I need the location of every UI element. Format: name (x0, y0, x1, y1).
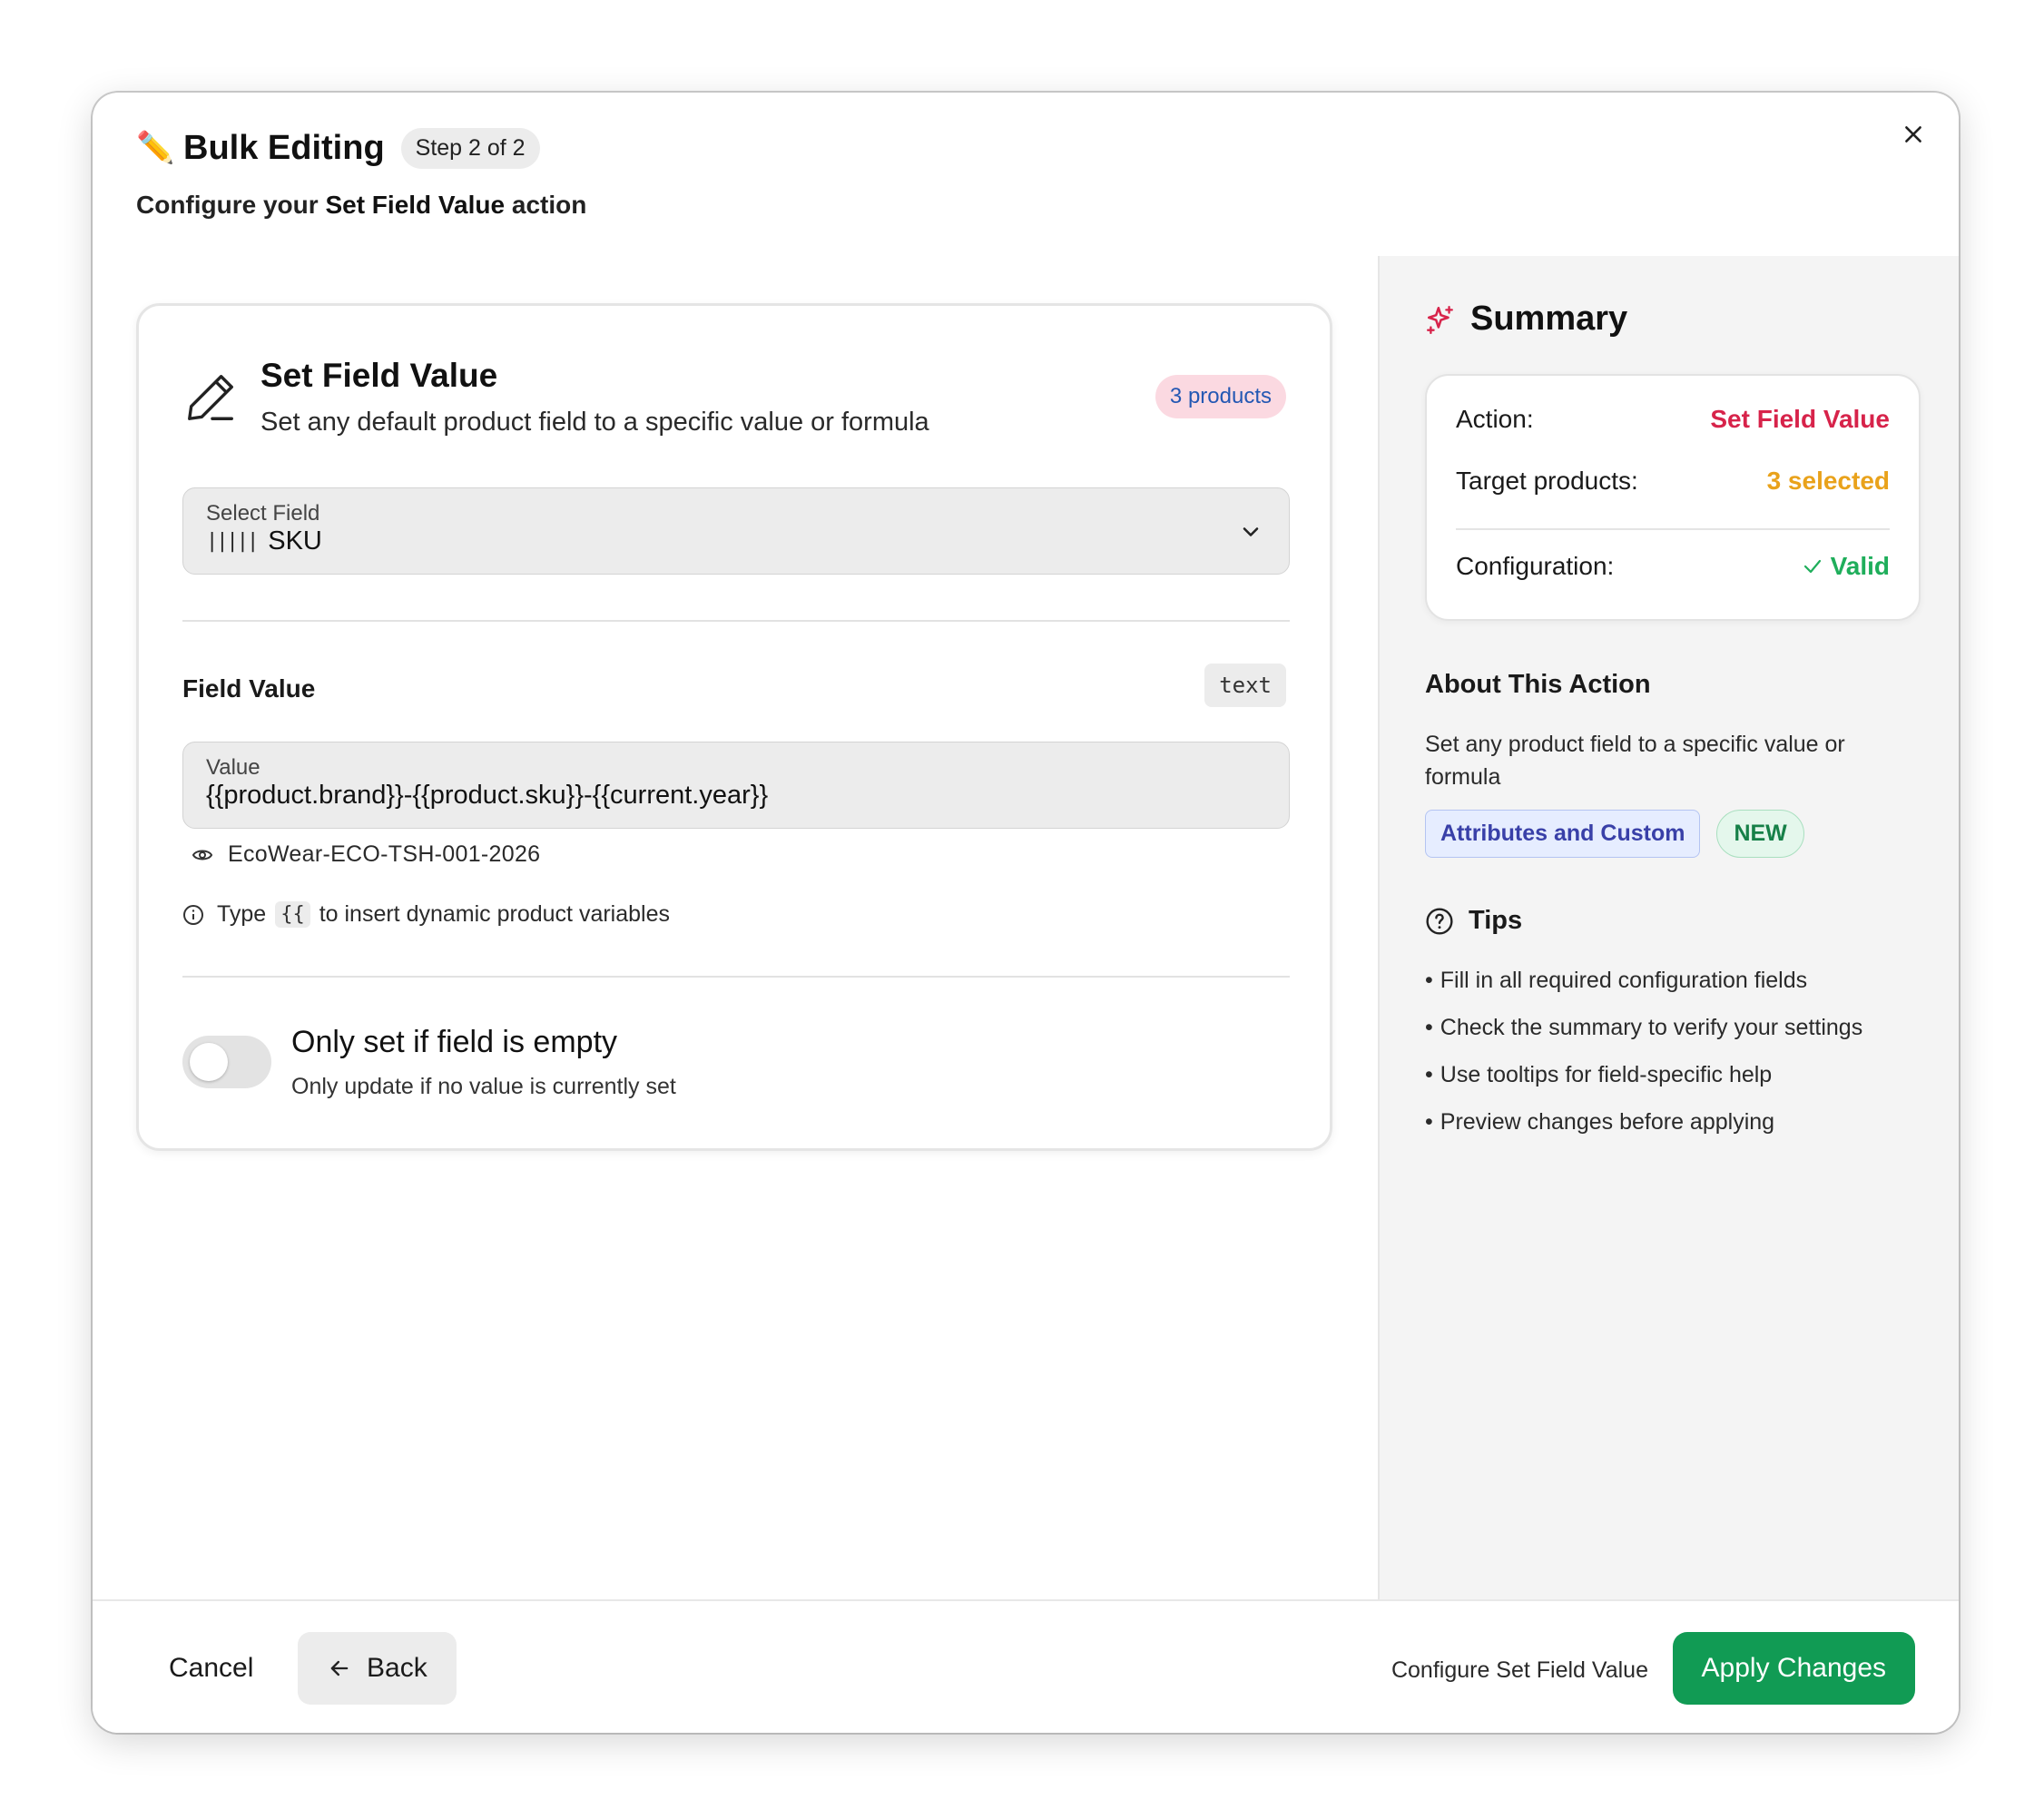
attributes-badge: Attributes and Custom (1425, 810, 1701, 858)
back-button[interactable]: Back (298, 1632, 457, 1705)
pencil-emoji-icon: ✏️ (136, 131, 175, 165)
summary-divider (1456, 528, 1890, 530)
value-input-text[interactable]: {{product.brand}}-{{product.sku}}-{{curr… (206, 781, 768, 811)
value-input-label: Value (206, 755, 260, 780)
chevron-down-icon (1243, 527, 1259, 536)
toggle-title: Only set if field is empty (291, 1025, 618, 1059)
field-value-label: Field Value (182, 674, 316, 703)
modal-footer: Cancel Back Configure Set Field Value Ap… (93, 1599, 1959, 1733)
card-description: Set any default product field to a speci… (260, 408, 929, 437)
value-preview: EcoWear-ECO-TSH-001-2026 (192, 841, 540, 868)
modal-header: ✏️ Bulk Editing Step 2 of 2 Configure yo… (93, 93, 1959, 256)
info-icon (183, 904, 203, 925)
hint-prefix: Type (217, 901, 267, 927)
toggle-knob (190, 1043, 228, 1081)
subtitle-suffix: action (505, 191, 587, 219)
tip-item: Use tooltips for field-specific help (1425, 1051, 1862, 1098)
footer-status: Configure Set Field Value (1391, 1657, 1648, 1683)
arrow-left-icon (330, 1660, 349, 1676)
tip-item: Fill in all required configuration field… (1425, 957, 1862, 1004)
variables-hint: Type {{ to insert dynamic product variab… (182, 901, 670, 928)
close-button[interactable] (1892, 113, 1935, 156)
hint-suffix: to insert dynamic product variables (319, 901, 670, 927)
tips-list: Fill in all required configuration field… (1425, 957, 1862, 1145)
summary-row-action: Action: Set Field Value (1456, 405, 1890, 434)
tips-header: Tips (1425, 906, 1522, 936)
about-badges: Attributes and Custom NEW (1425, 810, 1804, 858)
select-field-value-row: ||||| SKU (206, 526, 322, 556)
apply-changes-button[interactable]: Apply Changes (1672, 1632, 1915, 1705)
section-divider (182, 976, 1290, 978)
products-count-badge: 3 products (1155, 375, 1286, 418)
summary-key: Action: (1456, 405, 1534, 433)
summary-value: Set Field Value (1710, 405, 1890, 433)
only-if-empty-toggle[interactable] (182, 1036, 271, 1088)
section-divider (182, 620, 1290, 622)
sparkle-icon (1427, 305, 1453, 334)
about-description: Set any product field to a specific valu… (1425, 732, 1845, 790)
summary-value: 3 selected (1766, 467, 1890, 495)
help-circle-icon (1426, 907, 1453, 935)
tips-title: Tips (1469, 906, 1523, 935)
eye-icon (192, 850, 213, 860)
select-field-value: SKU (268, 526, 322, 556)
summary-row-configuration: Configuration: Valid (1456, 552, 1890, 581)
bulk-edit-modal: ✏️ Bulk Editing Step 2 of 2 Configure yo… (93, 93, 1959, 1733)
summary-value: Valid (1830, 552, 1890, 580)
new-badge: NEW (1716, 810, 1804, 858)
step-badge: Step 2 of 2 (400, 127, 540, 169)
back-label: Back (367, 1653, 427, 1683)
modal-subtitle: Configure your Set Field Value action (136, 191, 586, 220)
summary-card: Action: Set Field Value Target products:… (1425, 374, 1921, 621)
barcode-icon: ||||| (206, 530, 259, 553)
preview-text: EcoWear-ECO-TSH-001-2026 (228, 841, 541, 867)
summary-row-targets: Target products: 3 selected (1456, 467, 1890, 496)
pencil-icon (188, 375, 233, 420)
summary-header: Summary (1425, 300, 1627, 339)
summary-key: Configuration: (1456, 552, 1615, 580)
check-icon (1803, 559, 1821, 574)
modal-title: Bulk Editing (183, 128, 385, 167)
subtitle-prefix: Configure your (136, 191, 326, 219)
select-field-dropdown[interactable]: Select Field ||||| SKU (182, 487, 1290, 575)
cancel-button[interactable]: Cancel (136, 1632, 286, 1705)
close-icon (1905, 126, 1921, 143)
tip-item: Check the summary to verify your setting… (1425, 1004, 1862, 1051)
summary-sidebar: Summary Action: Set Field Value Target p… (1378, 256, 1959, 1599)
action-card: Set Field Value Set any default product … (136, 303, 1332, 1151)
tip-item: Preview changes before applying (1425, 1098, 1862, 1145)
about-title: About This Action (1425, 670, 1651, 699)
toggle-description: Only update if no value is currently set (291, 1074, 676, 1099)
hint-code: {{ (275, 901, 310, 928)
select-field-label: Select Field (206, 501, 320, 526)
title-row: ✏️ Bulk Editing Step 2 of 2 (136, 125, 540, 171)
summary-key: Target products: (1456, 467, 1638, 495)
subtitle-action: Set Field Value (325, 191, 506, 219)
config-area: Set Field Value Set any default product … (93, 256, 1378, 1599)
card-title: Set Field Value (260, 357, 498, 394)
summary-valid: Valid (1802, 552, 1890, 581)
value-input[interactable]: Value {{product.brand}}-{{product.sku}}-… (182, 742, 1290, 829)
summary-title: Summary (1470, 300, 1628, 338)
field-type-chip: text (1204, 664, 1286, 707)
